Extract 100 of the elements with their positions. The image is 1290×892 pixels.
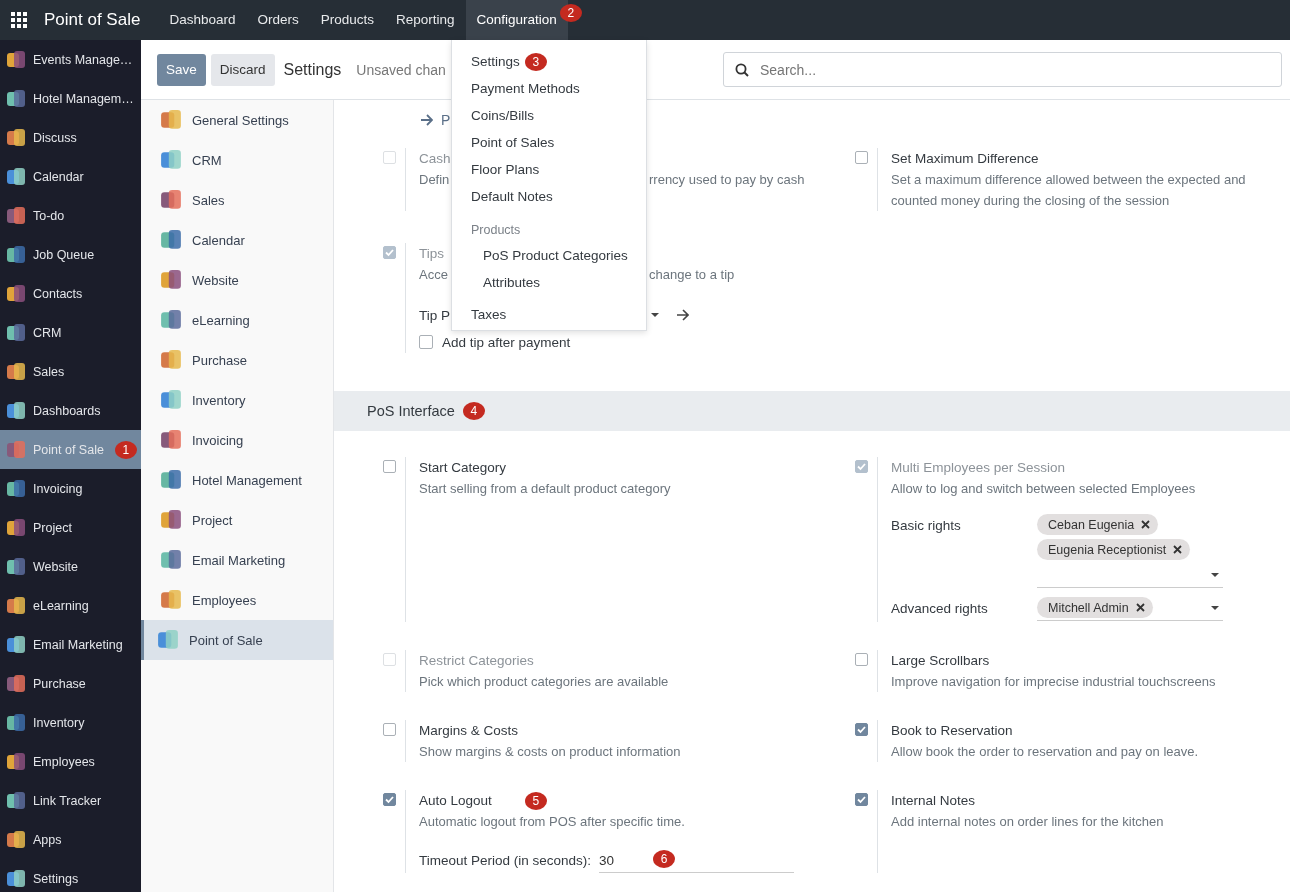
app-icon (160, 549, 182, 571)
checkbox[interactable] (383, 723, 396, 736)
dropdown-item[interactable]: Default Notes (452, 183, 646, 210)
app-icon (160, 429, 182, 451)
sidebar-item[interactable]: To-do (0, 196, 141, 235)
sidebar-item[interactable]: Apps (0, 820, 141, 859)
settings-nav-item[interactable]: Invoicing (141, 420, 333, 460)
dropdown-item[interactable]: Coins/Bills (452, 102, 646, 129)
dropdown-item[interactable]: Settings 3 (452, 48, 646, 75)
settings-nav-item[interactable]: Calendar (141, 220, 333, 260)
sidebar-item[interactable]: Settings (0, 859, 141, 892)
sidebar-item[interactable]: Contacts (0, 274, 141, 313)
app-icon (160, 149, 182, 171)
app-icon (160, 109, 182, 131)
checkbox[interactable] (855, 653, 868, 666)
setting-title: Multi Employees per Session (891, 460, 1066, 475)
sidebar-item[interactable]: CRM (0, 313, 141, 352)
checkbox[interactable] (855, 151, 868, 164)
app-icon (6, 166, 26, 187)
settings-nav-item[interactable]: Employees (141, 580, 333, 620)
setting-title: Tips (419, 246, 444, 261)
arrow-icon (420, 114, 433, 126)
caret-icon (1211, 573, 1219, 577)
menu-item[interactable]: Orders (246, 0, 310, 40)
dropdown-item[interactable]: Taxes (452, 301, 646, 328)
checkbox[interactable] (855, 793, 868, 806)
settings-nav-item[interactable]: General Settings (141, 100, 333, 140)
sidebar-item[interactable]: Invoicing (0, 469, 141, 508)
checkbox[interactable] (383, 793, 396, 806)
remove-icon (1141, 520, 1151, 529)
setting-description: Automatic logout from POS after specific time. (419, 813, 686, 831)
app-icon (6, 439, 26, 460)
app-icon (160, 469, 182, 491)
checkbox[interactable] (383, 460, 396, 473)
remove-icon (1135, 603, 1145, 612)
setting-description: Acce (419, 267, 448, 282)
menu-item[interactable]: Products (309, 0, 385, 40)
settings-nav-item[interactable]: Website (141, 260, 333, 300)
sidebar-item[interactable]: Dashboards (0, 391, 141, 430)
sidebar-item[interactable]: Purchase (0, 664, 141, 703)
settings-nav-item[interactable]: Point of Sale (141, 620, 333, 660)
menu-item[interactable]: Dashboard (158, 0, 247, 40)
settings-nav-item[interactable]: CRM (141, 140, 333, 180)
sidebar-item[interactable]: Inventory (0, 703, 141, 742)
settings-nav-item[interactable]: eLearning (141, 300, 333, 340)
checkbox[interactable] (855, 723, 868, 736)
settings-nav-item[interactable]: Purchase (141, 340, 333, 380)
setting-title: Book to Reservation (891, 723, 1013, 738)
sidebar-item[interactable]: Discuss (0, 118, 141, 157)
setting-description: Defin (419, 172, 450, 187)
number-badge: 3 (524, 52, 547, 71)
discard-button[interactable]: Discard (210, 53, 275, 86)
dropdown-item[interactable]: Payment Methods (452, 75, 646, 102)
setting-description: Allow book the order to reservation and pay on leave. (891, 743, 1200, 761)
sidebar-item[interactable]: Job Queue (0, 235, 141, 274)
menu-item[interactable]: Configuration (465, 0, 568, 40)
remove-icon (1173, 545, 1183, 554)
sidebar-item[interactable]: eLearning (0, 586, 141, 625)
app-icon (6, 283, 26, 304)
app-icon (6, 205, 26, 226)
setting-description: Pick which product categories are available (419, 673, 670, 691)
dropdown-item[interactable]: PoS Product Categories (452, 242, 646, 269)
menu-item[interactable]: Reporting (385, 0, 466, 40)
number-badge: 1 (114, 440, 137, 459)
save-button[interactable]: Save (157, 53, 206, 86)
setting-title: Auto Logout (419, 793, 492, 808)
settings-nav-item[interactable]: Project (141, 500, 333, 540)
setting-description: Improve navigation for imprecise industrial touchscreens (891, 673, 1217, 691)
app-icon (6, 49, 26, 70)
settings-nav-item[interactable]: Hotel Management (141, 460, 333, 500)
dropdown-item[interactable]: Point of Sales (452, 129, 646, 156)
dropdown-item[interactable]: Floor Plans (452, 156, 646, 183)
sidebar-item[interactable]: Point of Sale 1 (0, 430, 141, 469)
sidebar-item[interactable]: Sales (0, 352, 141, 391)
dropdown-item[interactable]: Attributes (452, 269, 646, 296)
app-icon (6, 517, 26, 538)
settings-nav-item[interactable]: Sales (141, 180, 333, 220)
number-badge: 5 (524, 791, 547, 810)
sidebar-item[interactable]: Calendar (0, 157, 141, 196)
sidebar-item[interactable]: Email Marketing (0, 625, 141, 664)
field-label: Timeout Period (in seconds): (419, 853, 592, 868)
app-icon (6, 478, 26, 499)
apps-menu-icon (11, 12, 27, 28)
sidebar-item[interactable]: Website (0, 547, 141, 586)
settings-nav-item[interactable]: Email Marketing (141, 540, 333, 580)
app-icon (6, 829, 26, 850)
settings-link[interactable]: P (420, 112, 451, 128)
sidebar-item[interactable]: Hotel Managem… (0, 79, 141, 118)
app-icon (160, 309, 182, 331)
app-icon (6, 751, 26, 772)
app-icon (6, 673, 26, 694)
app-icon (6, 712, 26, 733)
sidebar-item[interactable]: Project (0, 508, 141, 547)
setting-title: Start Category (419, 460, 507, 475)
sidebar-item[interactable]: Employees (0, 742, 141, 781)
setting-description: Set a maximum difference allowed between the expected and counted money during the closing of the session (891, 171, 1247, 210)
sidebar-item[interactable]: Events Manage… (0, 40, 141, 79)
settings-nav-item[interactable]: Inventory (141, 380, 333, 420)
sidebar-item[interactable]: Link Tracker (0, 781, 141, 820)
search-field[interactable]: Search... (723, 52, 1282, 87)
